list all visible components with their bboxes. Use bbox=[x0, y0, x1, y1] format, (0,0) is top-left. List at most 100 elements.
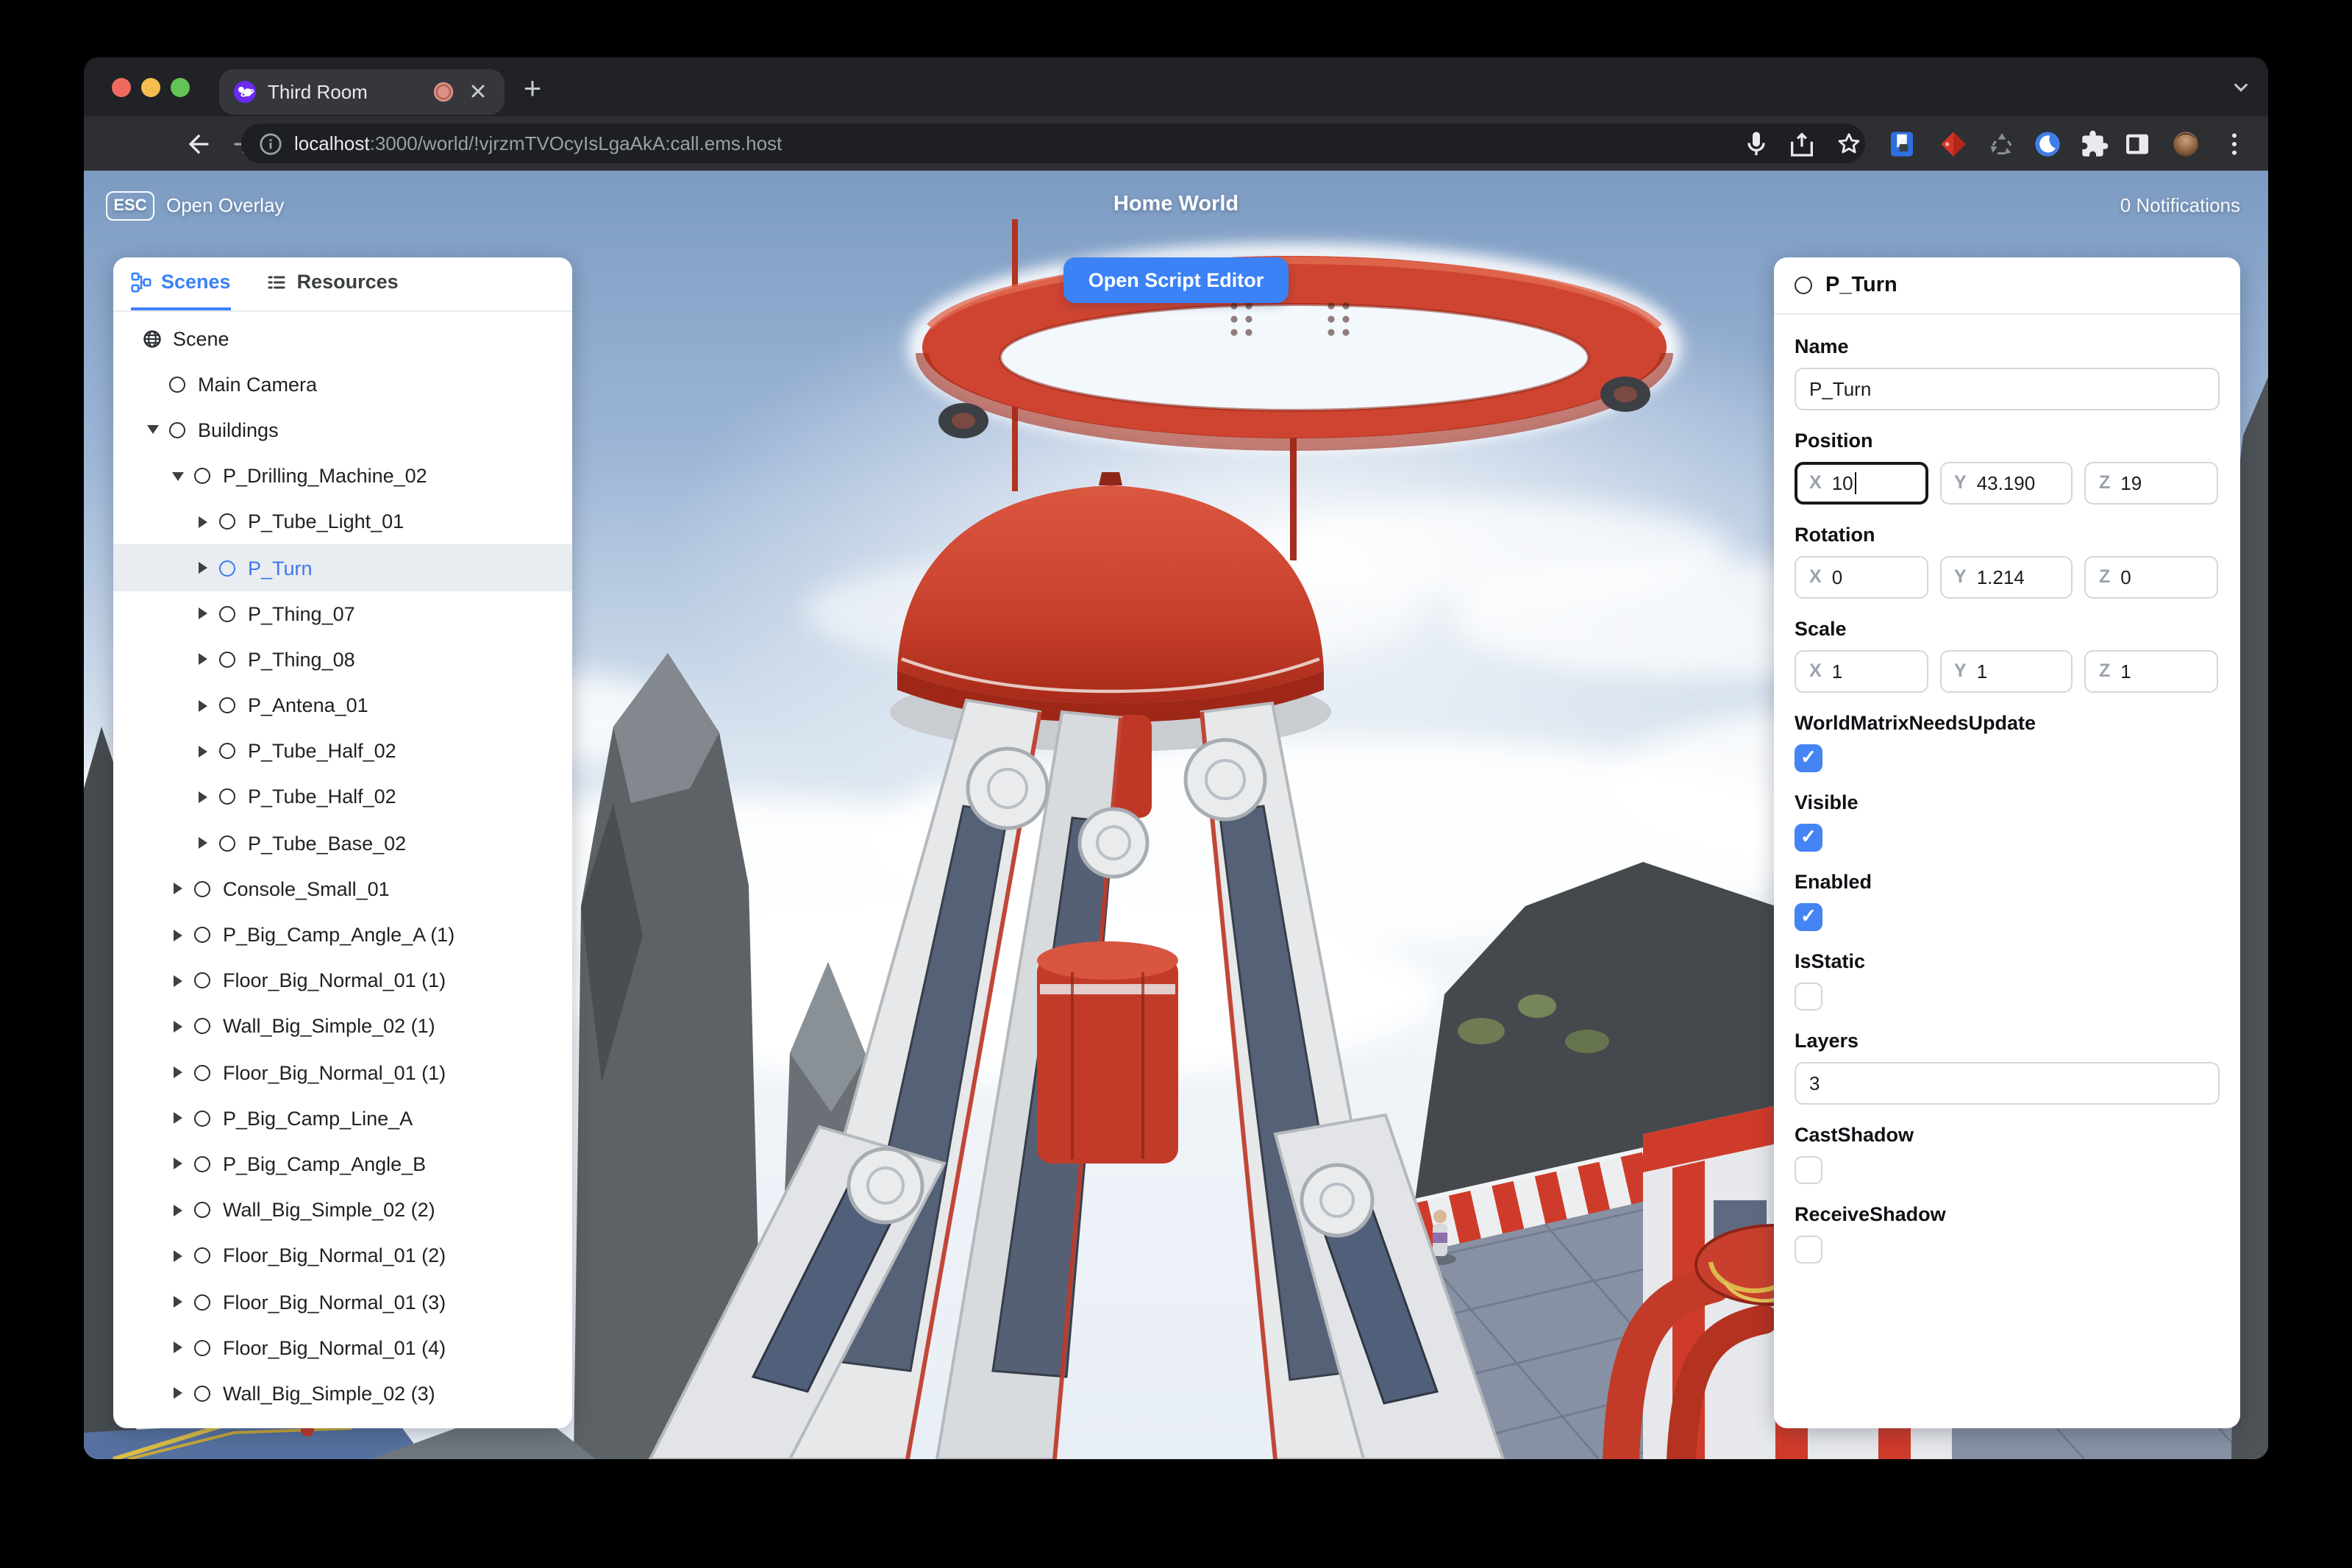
tab-resources[interactable]: Resources bbox=[266, 257, 399, 310]
expand-arrow-icon[interactable] bbox=[193, 745, 213, 758]
node-circle-icon bbox=[217, 835, 238, 852]
expand-arrow-icon[interactable] bbox=[193, 607, 213, 620]
expand-arrow-icon[interactable] bbox=[168, 1020, 188, 1033]
expand-arrow-icon[interactable] bbox=[168, 974, 188, 987]
position-y-input[interactable]: Y 43.190 bbox=[1939, 461, 2073, 504]
tree-item-p-drilling-machine-02[interactable]: P_Drilling_Machine_02 bbox=[113, 453, 571, 499]
tree-item-floor-big-normal-01-1[interactable]: Floor_Big_Normal_01 (1) bbox=[113, 958, 571, 1003]
name-input[interactable]: P_Turn bbox=[1795, 367, 2220, 410]
tree-item-console-small-01[interactable]: Console_Small_01 bbox=[113, 866, 571, 912]
rotation-y-input[interactable]: Y 1.214 bbox=[1939, 555, 2073, 598]
tree-item-p-tube-light-01[interactable]: P_Tube_Light_01 bbox=[113, 499, 571, 545]
expand-arrow-icon[interactable] bbox=[168, 1112, 188, 1125]
collapse-arrow-icon[interactable] bbox=[143, 425, 163, 435]
tree-item-wall-big-simple-02-2[interactable]: Wall_Big_Simple_02 (2) bbox=[113, 1187, 571, 1233]
password-manager-extension-icon[interactable] bbox=[1887, 129, 1917, 158]
tree-item-p-big-camp-line-a[interactable]: P_Big_Camp_Line_A bbox=[113, 1095, 571, 1141]
expand-arrow-icon[interactable] bbox=[193, 562, 213, 574]
worldMatrixNeedsUpdate-checkbox[interactable]: ✓ bbox=[1795, 744, 1822, 771]
recycle-extension-icon[interactable] bbox=[1987, 129, 2017, 158]
receiveShadow-checkbox[interactable] bbox=[1795, 1235, 1822, 1263]
expand-arrow-icon[interactable] bbox=[168, 929, 188, 941]
expand-arrow-icon[interactable] bbox=[193, 653, 213, 666]
notifications-label[interactable]: 0 Notifications bbox=[2120, 194, 2240, 216]
tree-item-floor-big-normal-01-2[interactable]: Floor_Big_Normal_01 (2) bbox=[113, 1233, 571, 1279]
info-icon[interactable] bbox=[259, 132, 282, 155]
expand-arrow-icon[interactable] bbox=[168, 1296, 188, 1308]
tab-scenes[interactable]: Scenes bbox=[130, 257, 231, 310]
tree-item-label: P_Antena_01 bbox=[248, 694, 368, 717]
layers-input[interactable]: 3 bbox=[1795, 1061, 2220, 1104]
scale-y-input[interactable]: Y1 bbox=[1939, 649, 2073, 692]
profile-avatar[interactable] bbox=[2171, 129, 2200, 158]
tree-item-floor-big-normal-01-3[interactable]: Floor_Big_Normal_01 (3) bbox=[113, 1279, 571, 1325]
tree-item-buildings[interactable]: Buildings bbox=[113, 407, 571, 453]
expand-arrow-icon[interactable] bbox=[168, 1387, 188, 1400]
expand-arrow-icon[interactable] bbox=[193, 699, 213, 712]
expand-arrow-icon[interactable] bbox=[168, 883, 188, 895]
isStatic-checkbox[interactable] bbox=[1795, 982, 1822, 1010]
visible-checkbox[interactable]: ✓ bbox=[1795, 823, 1822, 851]
macos-minimize-button[interactable] bbox=[141, 77, 160, 96]
axis-prefix: Y bbox=[1954, 566, 1967, 587]
text-cursor bbox=[1854, 471, 1857, 493]
expand-arrow-icon[interactable] bbox=[193, 837, 213, 849]
expand-arrow-icon[interactable] bbox=[168, 1204, 188, 1216]
microphone-icon[interactable] bbox=[1742, 129, 1771, 158]
browser-tab[interactable]: Third Room bbox=[219, 68, 505, 114]
tree-item-p-big-camp-angle-a-1[interactable]: P_Big_Camp_Angle_A (1) bbox=[113, 912, 571, 958]
expand-arrow-icon[interactable] bbox=[168, 1250, 188, 1262]
macos-close-button[interactable] bbox=[112, 77, 131, 96]
expand-arrow-icon[interactable] bbox=[193, 791, 213, 803]
rotation-x-input[interactable]: X0 bbox=[1795, 555, 1928, 598]
collapse-arrow-icon[interactable] bbox=[168, 471, 188, 481]
tree-item-scene[interactable]: Scene bbox=[113, 316, 571, 361]
position-x-input[interactable]: X 10 bbox=[1795, 461, 1928, 504]
scale-x-input[interactable]: X1 bbox=[1795, 649, 1928, 692]
ring-light-object[interactable] bbox=[916, 256, 1673, 451]
red-diamond-extension-icon[interactable] bbox=[1939, 129, 1968, 158]
extensions-puzzle-icon[interactable] bbox=[2080, 129, 2109, 158]
menu-kebab-icon[interactable] bbox=[2220, 129, 2249, 158]
tree-item-p-thing-07[interactable]: P_Thing_07 bbox=[113, 591, 571, 636]
tree-item-p-tube-base-02[interactable]: P_Tube_Base_02 bbox=[113, 820, 571, 866]
open-script-editor-button[interactable]: Open Script Editor bbox=[1063, 257, 1289, 303]
scale-z-input[interactable]: Z1 bbox=[2084, 649, 2217, 692]
expand-arrow-icon[interactable] bbox=[168, 1158, 188, 1170]
tree-item-p-antena-01[interactable]: P_Antena_01 bbox=[113, 683, 571, 728]
expand-arrow-icon[interactable] bbox=[168, 1066, 188, 1079]
rotation-z-input[interactable]: Z0 bbox=[2084, 555, 2217, 598]
node-circle-icon bbox=[192, 468, 213, 485]
rotation-vector-row: X 0 Y 1.214 Z 0 bbox=[1795, 555, 2220, 598]
share-icon[interactable] bbox=[1787, 129, 1817, 158]
node-circle-icon bbox=[192, 1064, 213, 1081]
tree-item-p-tube-half-02[interactable]: P_Tube_Half_02 bbox=[113, 728, 571, 774]
position-z-input[interactable]: Z 19 bbox=[2084, 461, 2217, 504]
tree-item-wall-big-simple-02-1[interactable]: Wall_Big_Simple_02 (1) bbox=[113, 1004, 571, 1050]
tree-item-floor-big-normal-01-4[interactable]: Floor_Big_Normal_01 (4) bbox=[113, 1325, 571, 1370]
back-icon[interactable] bbox=[184, 129, 213, 158]
tab-resources-label: Resources bbox=[296, 271, 399, 293]
tree-item-p-thing-08[interactable]: P_Thing_08 bbox=[113, 637, 571, 683]
tree-item-p-turn[interactable]: P_Turn bbox=[113, 544, 571, 591]
url-bar[interactable]: localhost:3000/world/!vjrzmTVOcyIsLgaAkA… bbox=[241, 124, 1865, 163]
inspector-header: P_Turn bbox=[1774, 257, 2240, 314]
new-tab-plus-icon[interactable]: + bbox=[515, 73, 550, 109]
tree-item-main-camera[interactable]: Main Camera bbox=[113, 361, 571, 407]
macos-zoom-button[interactable] bbox=[171, 77, 190, 96]
expand-arrow-icon[interactable] bbox=[168, 1341, 188, 1354]
expand-arrow-icon[interactable] bbox=[193, 516, 213, 528]
tree-item-label: P_Tube_Base_02 bbox=[248, 832, 407, 855]
tree-item-p-tube-half-02[interactable]: P_Tube_Half_02 bbox=[113, 774, 571, 820]
node-circle-icon bbox=[192, 972, 213, 989]
side-panel-icon[interactable] bbox=[2123, 129, 2152, 158]
close-icon[interactable] bbox=[466, 79, 490, 103]
bookmark-star-icon[interactable] bbox=[1834, 129, 1864, 158]
tree-item-p-big-camp-angle-b[interactable]: P_Big_Camp_Angle_B bbox=[113, 1141, 571, 1187]
dark-mode-extension-icon[interactable] bbox=[2033, 129, 2062, 158]
enabled-checkbox[interactable]: ✓ bbox=[1795, 902, 1822, 930]
tree-item-wall-big-simple-02-3[interactable]: Wall_Big_Simple_02 (3) bbox=[113, 1371, 571, 1416]
tab-search-chevron-icon[interactable] bbox=[2231, 78, 2251, 97]
castShadow-checkbox[interactable] bbox=[1795, 1155, 1822, 1183]
tree-item-floor-big-normal-01-1[interactable]: Floor_Big_Normal_01 (1) bbox=[113, 1050, 571, 1095]
